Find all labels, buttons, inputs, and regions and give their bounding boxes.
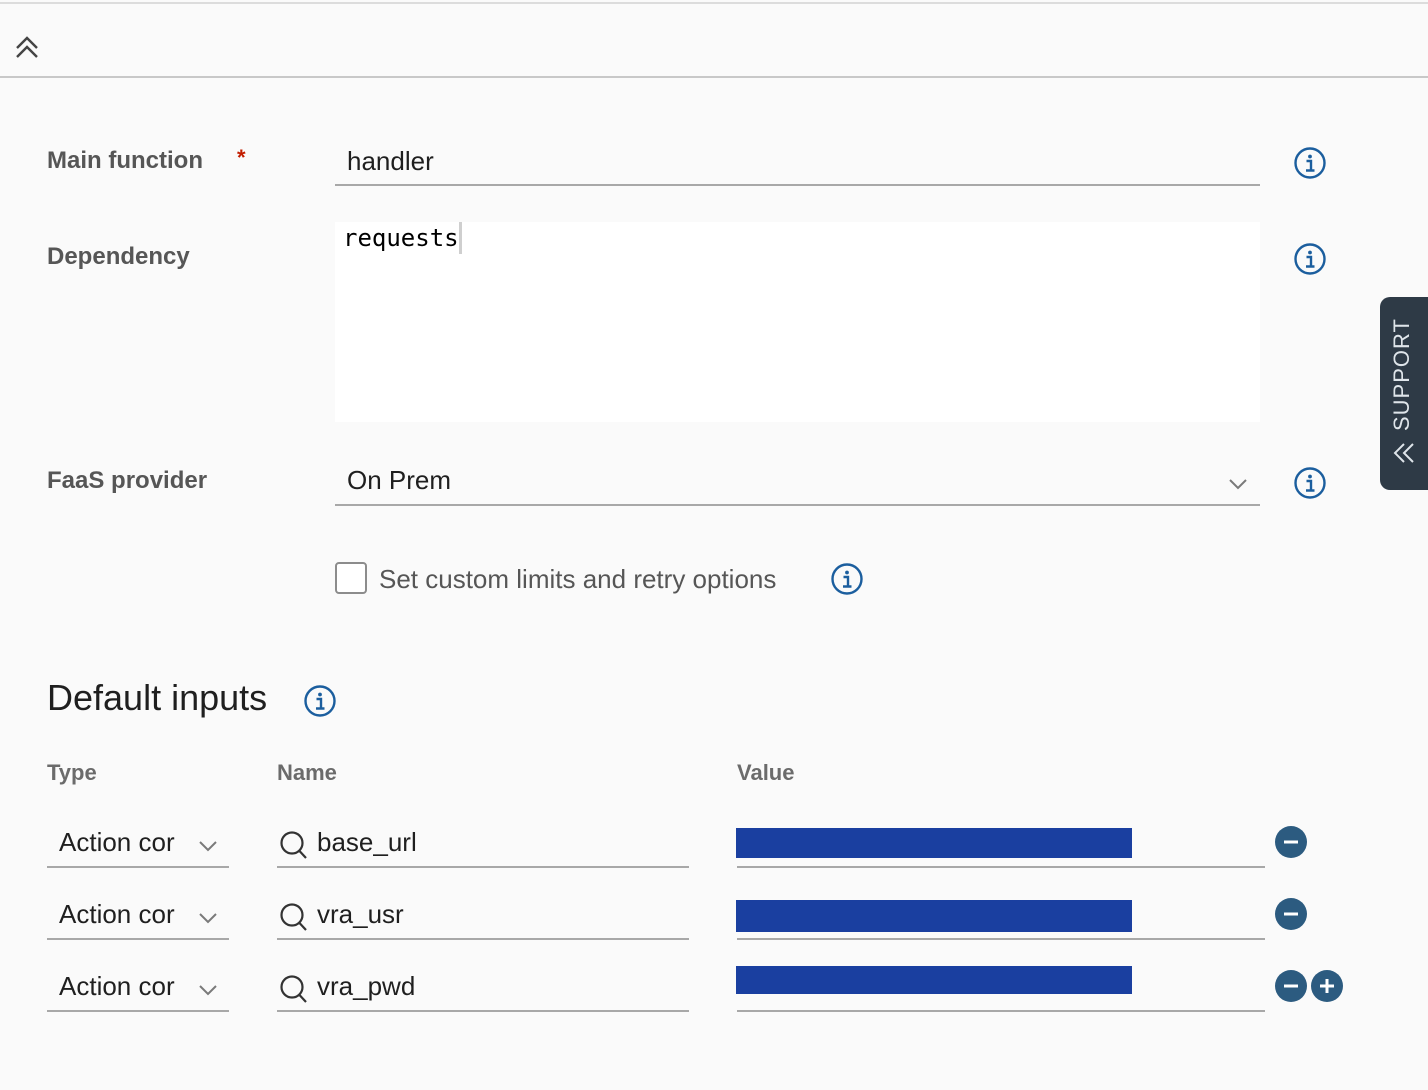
remove-row-button-3[interactable] [1275, 970, 1307, 1002]
chevron-down-icon [199, 985, 217, 996]
input-type-value-1: Action cor [59, 827, 175, 857]
redacted-value-2 [736, 900, 1132, 932]
add-row-button[interactable] [1311, 970, 1343, 1002]
custom-limits-info-icon[interactable] [830, 562, 864, 596]
input-type-select-3[interactable]: Action cor [47, 964, 229, 1012]
text-cursor [459, 222, 462, 254]
faas-provider-label: FaaS provider [47, 467, 208, 494]
column-header-name: Name [277, 760, 337, 785]
input-type-value-3: Action cor [59, 971, 175, 1001]
dependency-info-icon[interactable] [1293, 242, 1327, 276]
header-bar [0, 4, 1428, 78]
input-name-value-3: vra_pwd [317, 971, 416, 1001]
search-icon [280, 831, 307, 859]
support-tab-label: SUPPORT [1389, 318, 1414, 431]
search-icon [280, 903, 307, 931]
input-name-value-1: base_url [317, 827, 417, 857]
column-header-type: Type [47, 760, 97, 785]
required-indicator: * [237, 145, 246, 170]
input-type-select-1[interactable]: Action cor [47, 820, 229, 868]
input-type-select-2[interactable]: Action cor [47, 892, 229, 940]
main-function-input[interactable] [335, 138, 1260, 186]
redacted-value-3 [736, 966, 1132, 994]
custom-limits-checkbox[interactable] [335, 562, 367, 594]
dependency-textarea[interactable]: requests [335, 222, 1260, 422]
support-tab[interactable]: SUPPORT [1380, 297, 1428, 490]
dependency-label: Dependency [47, 243, 190, 270]
faas-provider-select[interactable]: On Prem [335, 458, 1260, 506]
faas-provider-info-icon[interactable] [1293, 466, 1327, 500]
chevron-down-icon [199, 913, 217, 924]
main-function-label: Main function [47, 147, 203, 174]
faas-provider-selected-value: On Prem [347, 465, 452, 495]
double-chevron-left-icon [1393, 443, 1414, 463]
input-type-value-2: Action cor [59, 899, 175, 929]
custom-limits-label[interactable]: Set custom limits and retry options [379, 564, 776, 595]
search-icon [280, 975, 307, 1003]
remove-row-button-2[interactable] [1275, 898, 1307, 930]
default-inputs-title: Default inputs [47, 677, 268, 718]
chevron-down-icon [1229, 479, 1247, 490]
remove-row-button-1[interactable] [1275, 826, 1307, 858]
redacted-value-1 [736, 828, 1132, 858]
main-function-info-icon[interactable] [1293, 146, 1327, 180]
chevron-down-icon [199, 841, 217, 852]
default-inputs-info-icon[interactable] [303, 684, 337, 718]
column-header-value: Value [737, 760, 795, 785]
double-chevron-up-icon[interactable] [14, 34, 40, 60]
input-name-value-2: vra_usr [317, 899, 404, 929]
